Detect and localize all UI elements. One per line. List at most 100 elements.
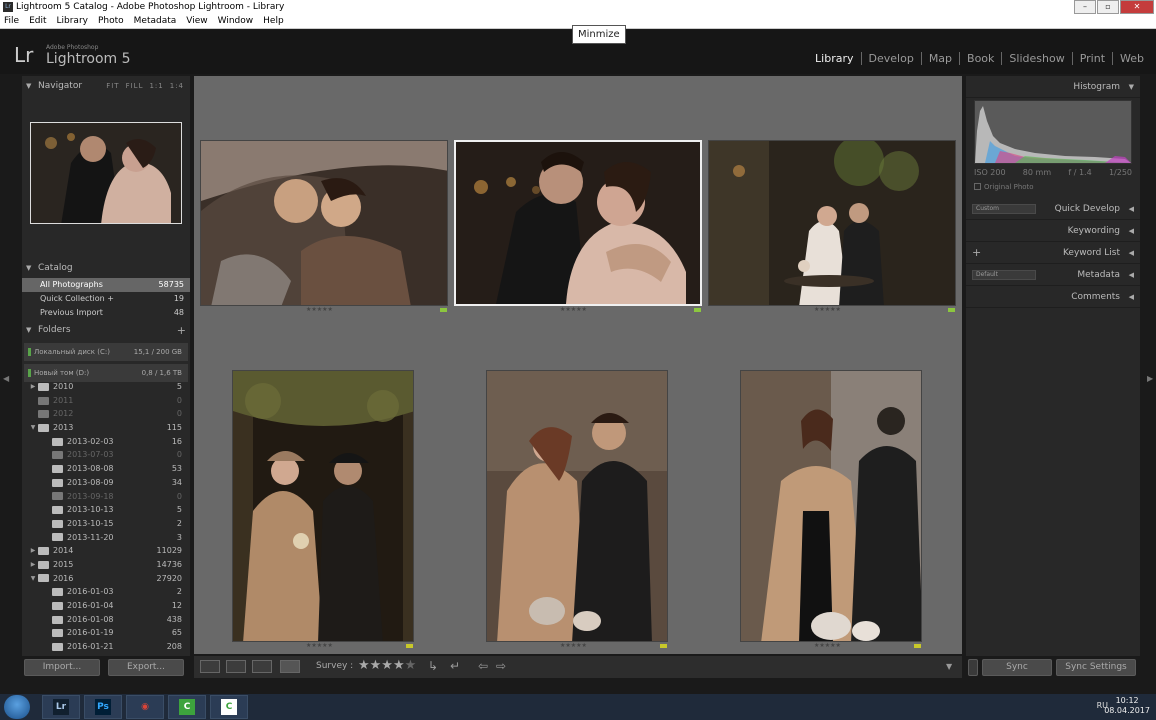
expand-arrow-icon[interactable]: ▶ (28, 380, 38, 394)
folder-item[interactable]: 2013-10-15 2 (22, 517, 190, 531)
navigator-preview[interactable] (30, 122, 182, 224)
grid-cell[interactable]: ★★★★★ (232, 370, 416, 652)
module-map[interactable]: Map (922, 52, 961, 65)
module-slideshow[interactable]: Slideshow (1002, 52, 1073, 65)
catalog-item-quick-collection[interactable]: Quick Collection + 19 (22, 292, 190, 306)
system-clock[interactable]: 10:12 08.04.2017 (1104, 696, 1150, 716)
histogram-header[interactable]: Histogram ▼ (966, 76, 1140, 98)
folder-item[interactable]: 2016-01-19 65 (22, 626, 190, 640)
catalog-item-previous-import[interactable]: Previous Import 48 (22, 306, 190, 320)
folder-item[interactable]: ▶ 2014 11029 (22, 544, 190, 558)
module-develop[interactable]: Develop (862, 52, 922, 65)
quick-develop-header[interactable]: Custom Quick Develop ◀ (966, 198, 1140, 220)
folder-item[interactable]: 2016-01-03 2 (22, 585, 190, 599)
menu-help[interactable]: Help (263, 14, 284, 28)
folder-item[interactable]: ▼ 2013 115 (22, 421, 190, 435)
metadata-header[interactable]: Default Metadata ◀ (966, 264, 1140, 286)
menu-view[interactable]: View (186, 14, 207, 28)
rotate-right-icon[interactable]: ↵ (450, 659, 460, 673)
photo-thumbnail[interactable] (200, 140, 448, 306)
maximize-button[interactable]: ▫ (1097, 0, 1119, 14)
folder-item[interactable]: 2016-01-21 208 (22, 640, 190, 654)
module-library[interactable]: Library (808, 52, 862, 65)
grid-cell[interactable]: ★★★★★ (200, 140, 448, 316)
next-arrow-icon[interactable]: ⇨ (496, 659, 506, 673)
loupe-view-icon[interactable] (226, 660, 246, 673)
module-book[interactable]: Book (960, 52, 1003, 65)
menu-file[interactable]: File (4, 14, 19, 28)
module-web[interactable]: Web (1113, 52, 1144, 65)
sync-settings-button[interactable]: Sync Settings (1056, 659, 1136, 676)
menu-photo[interactable]: Photo (98, 14, 124, 28)
grid-cell-selected[interactable]: ★★★★★ (454, 140, 702, 316)
folder-item[interactable]: 2013-09-18 0 (22, 490, 190, 504)
folder-item[interactable]: 2013-11-20 3 (22, 531, 190, 545)
keywording-header[interactable]: Keywording ◀ (966, 220, 1140, 242)
grid-view-icon[interactable] (200, 660, 220, 673)
minimize-button[interactable]: – (1074, 0, 1096, 14)
zoom-1-1[interactable]: 1:1 (149, 78, 163, 95)
grid-cell[interactable]: ★★★★★ (740, 370, 924, 652)
rating-control[interactable]: ★★★★★ (358, 658, 416, 673)
grid-cell[interactable]: ★★★★★ (486, 370, 670, 652)
menu-window[interactable]: Window (218, 14, 254, 28)
folder-item[interactable]: ▶ 2015 14736 (22, 558, 190, 572)
close-button[interactable]: ✕ (1120, 0, 1154, 14)
toolbar-menu-icon[interactable]: ▼ (946, 662, 952, 671)
catalog-header[interactable]: ▼ Catalog (22, 260, 190, 277)
zoom-fill[interactable]: FILL (126, 78, 144, 95)
zoom-fit[interactable]: FIT (106, 78, 119, 95)
right-panel-toggle-icon[interactable]: ▶ (1147, 374, 1155, 386)
photo-thumbnail[interactable] (740, 370, 922, 642)
folder-item[interactable]: 2013-08-08 53 (22, 462, 190, 476)
folder-item[interactable]: 2011 0 (22, 394, 190, 408)
expand-arrow-icon[interactable]: ▶ (28, 544, 38, 558)
original-photo-checkbox[interactable]: Original Photo (974, 183, 1034, 191)
volume-c[interactable]: Локальный диск (C:) 15,1 / 200 GB (24, 343, 188, 361)
export-button[interactable]: Export... (108, 659, 184, 676)
photo-thumbnail-selected[interactable] (454, 140, 702, 306)
folders-header[interactable]: ▼ Folders + (22, 322, 190, 339)
taskbar-app-button[interactable]: C (168, 695, 206, 719)
catalog-item-all-photographs[interactable]: All Photographs 58735 (22, 278, 190, 292)
photo-thumbnail[interactable] (232, 370, 414, 642)
folder-item[interactable]: 2013-08-09 34 (22, 476, 190, 490)
zoom-1-4[interactable]: 1:4 (170, 78, 184, 95)
keyword-list-header[interactable]: + Keyword List ◀ (966, 242, 1140, 264)
add-folder-icon[interactable]: + (177, 322, 186, 339)
saved-preset-select[interactable]: Custom (972, 204, 1036, 214)
taskbar-app-button[interactable]: Ps (84, 695, 122, 719)
metadata-preset-select[interactable]: Default (972, 270, 1036, 280)
folder-item[interactable]: ▼ 2016 27920 (22, 572, 190, 586)
previous-arrow-icon[interactable]: ⇦ (478, 659, 488, 673)
start-button[interactable] (4, 695, 30, 719)
menu-edit[interactable]: Edit (29, 14, 46, 28)
import-button[interactable]: Import... (24, 659, 100, 676)
folder-item[interactable]: 2012 0 (22, 407, 190, 421)
navigator-header[interactable]: ▼ Navigator FIT FILL 1:1 1:4 (22, 78, 190, 95)
grid-cell[interactable]: ★★★★★ (708, 140, 956, 316)
expand-arrow-icon[interactable]: ▼ (28, 572, 38, 586)
folder-item[interactable]: 2016-01-04 12 (22, 599, 190, 613)
compare-view-icon[interactable] (252, 660, 272, 673)
survey-view-icon[interactable] (280, 660, 300, 673)
taskbar-app-button[interactable]: Lr (42, 695, 80, 719)
photo-thumbnail[interactable] (708, 140, 956, 306)
folder-item[interactable]: 2013-07-03 0 (22, 448, 190, 462)
expand-arrow-icon[interactable]: ▶ (28, 558, 38, 572)
sync-toggle[interactable] (968, 659, 978, 676)
left-panel-toggle-icon[interactable]: ◀ (3, 374, 11, 386)
folder-item[interactable]: ▶ 2010 5 (22, 380, 190, 394)
module-print[interactable]: Print (1073, 52, 1114, 65)
folder-item[interactable]: 2016-01-08 438 (22, 613, 190, 627)
folder-item[interactable]: 2013-02-03 16 (22, 435, 190, 449)
rotate-left-icon[interactable]: ↳ (428, 659, 438, 673)
comments-header[interactable]: Comments ◀ (966, 286, 1140, 308)
sync-button[interactable]: Sync (982, 659, 1052, 676)
menu-metadata[interactable]: Metadata (134, 14, 177, 28)
add-keyword-icon[interactable]: + (972, 242, 981, 264)
folder-item[interactable]: 2013-10-13 5 (22, 503, 190, 517)
expand-arrow-icon[interactable]: ▼ (28, 421, 38, 435)
taskbar-app-button[interactable]: C (210, 695, 248, 719)
menu-library[interactable]: Library (57, 14, 88, 28)
